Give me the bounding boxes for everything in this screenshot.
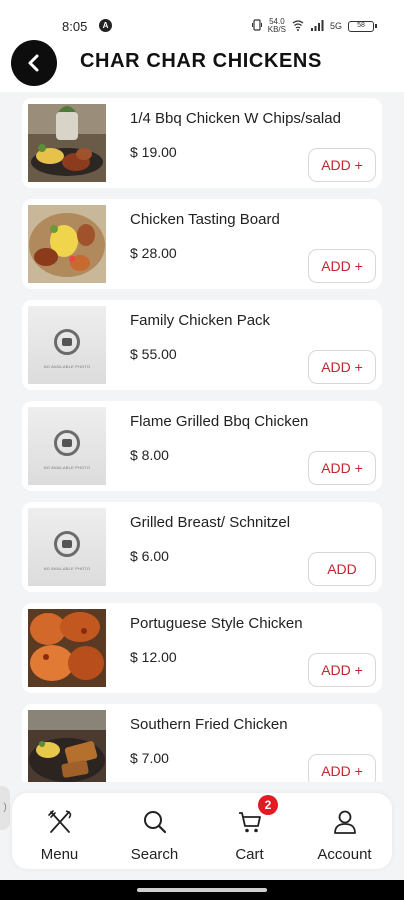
item-photo-placeholder: NO AVAILABLE PHOTO [28, 508, 106, 586]
status-time: 8:05 [62, 19, 88, 34]
nav-label: Account [317, 846, 372, 863]
camera-icon [54, 430, 80, 456]
add-to-cart-button[interactable]: ADD + [308, 249, 376, 283]
nav-menu[interactable]: Menu [12, 793, 107, 869]
menu-item-card[interactable]: 1/4 Bbq Chicken W Chips/salad $ 19.00 AD… [22, 98, 382, 188]
add-to-cart-button[interactable]: ADD + [308, 350, 376, 384]
item-price: $ 55.00 [130, 346, 177, 362]
app-header: CHAR CHAR CHICKENS [0, 40, 404, 92]
item-photo-placeholder: NO AVAILABLE PHOTO [28, 306, 106, 384]
item-name: Flame Grilled Bbq Chicken [130, 413, 309, 430]
side-drawer-handle[interactable]: ) [0, 786, 10, 830]
wifi-icon [292, 19, 304, 33]
add-to-cart-button[interactable]: ADD + [308, 754, 376, 782]
utensils-icon [48, 810, 72, 833]
menu-item-card[interactable]: Chicken Tasting Board $ 28.00 ADD + [22, 199, 382, 289]
bottom-navigation: Menu Search Cart Account 2 [12, 793, 392, 869]
item-name: Grilled Breast/ Schnitzel [130, 514, 291, 531]
cart-count-badge: 2 [258, 795, 278, 815]
battery-icon: 58 [348, 20, 377, 32]
nav-label: Menu [40, 846, 79, 863]
network-speed: 54.0 KB/S [267, 17, 286, 34]
nav-account[interactable]: Account [297, 793, 392, 869]
item-name: Portuguese Style Chicken [130, 615, 303, 632]
status-bar: 8:05 A 54.0 KB/S 5G 58 [0, 0, 404, 40]
status-indicators: 54.0 KB/S 5G 58 [251, 17, 377, 34]
menu-item-list[interactable]: 1/4 Bbq Chicken W Chips/salad $ 19.00 AD… [0, 92, 404, 782]
menu-item-card[interactable]: NO AVAILABLE PHOTO Family Chicken Pack $… [22, 300, 382, 390]
add-to-cart-button[interactable]: ADD + [308, 451, 376, 485]
item-price: $ 28.00 [130, 245, 177, 261]
nav-cart[interactable]: Cart [202, 793, 297, 869]
item-price: $ 7.00 [130, 750, 169, 766]
item-photo [28, 609, 106, 687]
item-photo [28, 205, 106, 283]
item-name: Chicken Tasting Board [130, 211, 280, 228]
item-name: Southern Fried Chicken [130, 716, 288, 733]
item-name: Family Chicken Pack [130, 312, 271, 329]
vibrate-icon [251, 19, 262, 33]
menu-item-card[interactable]: Portuguese Style Chicken $ 12.00 ADD + [22, 603, 382, 693]
nav-search[interactable]: Search [107, 793, 202, 869]
back-button[interactable] [11, 40, 57, 86]
item-price: $ 6.00 [130, 548, 169, 564]
item-price: $ 19.00 [130, 144, 177, 160]
notification-icon: A [99, 19, 112, 32]
search-icon [144, 811, 167, 834]
signal-type: 5G [329, 21, 342, 31]
add-to-cart-button[interactable]: ADD + [308, 653, 376, 687]
chevron-left-icon [28, 54, 39, 72]
signal-icon [310, 19, 324, 33]
camera-icon [54, 329, 80, 355]
item-photo [28, 710, 106, 782]
item-price: $ 8.00 [130, 447, 169, 463]
menu-item-card[interactable]: NO AVAILABLE PHOTO Flame Grilled Bbq Chi… [22, 401, 382, 491]
menu-item-card[interactable]: NO AVAILABLE PHOTO Grilled Breast/ Schni… [22, 502, 382, 592]
item-price: $ 12.00 [130, 649, 177, 665]
cart-icon [239, 812, 261, 833]
item-photo [28, 104, 106, 182]
menu-item-card[interactable]: Southern Fried Chicken $ 7.00 ADD + [22, 704, 382, 782]
add-to-cart-button[interactable]: ADD [308, 552, 376, 586]
item-photo-placeholder: NO AVAILABLE PHOTO [28, 407, 106, 485]
user-icon [334, 810, 356, 834]
home-indicator[interactable] [137, 888, 267, 892]
page-title: CHAR CHAR CHICKENS [80, 50, 322, 72]
camera-icon [54, 531, 80, 557]
item-name: 1/4 Bbq Chicken W Chips/salad [130, 110, 341, 127]
nav-label: Search [130, 846, 179, 863]
system-gesture-bar [0, 880, 404, 900]
nav-label: Cart [235, 846, 264, 863]
add-to-cart-button[interactable]: ADD + [308, 148, 376, 182]
